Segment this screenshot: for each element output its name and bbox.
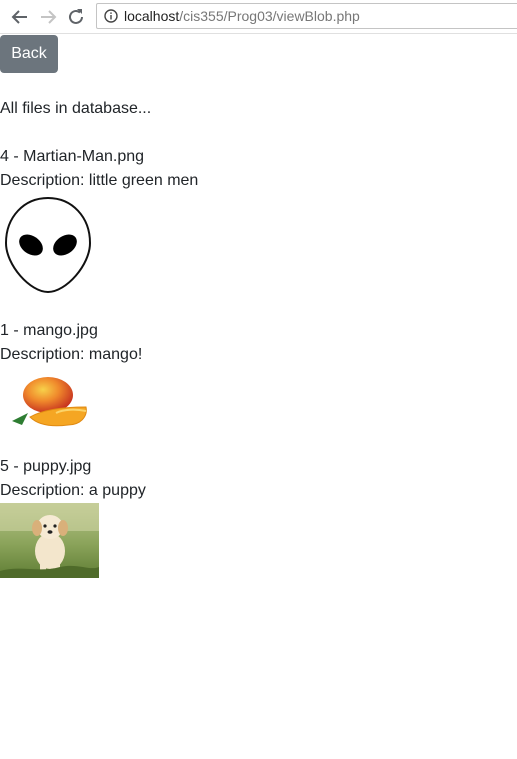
info-icon[interactable] [104,9,118,23]
browser-reload-button[interactable] [63,4,89,30]
file-description: Description: mango! [0,346,143,363]
url-path: /cis355/Prog03/viewBlob.php [179,8,360,24]
page-heading: All files in database... [0,100,152,117]
arrow-right-icon [41,10,57,24]
browser-forward-button[interactable] [35,4,61,30]
browser-toolbar: localhost/cis355/Prog03/viewBlob.php [0,0,517,34]
arrow-left-icon [11,10,27,24]
file-title: 4 - Martian-Man.png [0,148,145,165]
reload-icon [69,9,83,24]
file-image-alien [0,195,96,295]
file-title: 1 - mango.jpg [0,322,98,339]
file-image-mango [0,373,96,429]
file-entry: 4 - Martian-Man.png Description: little … [0,145,517,294]
browser-back-button[interactable] [7,4,33,30]
file-title: 5 - puppy.jpg [0,458,92,475]
address-bar[interactable]: localhost/cis355/Prog03/viewBlob.php [96,3,517,29]
back-button[interactable]: Back [0,35,58,73]
file-image-puppy [0,503,99,578]
url-host: localhost [124,8,180,24]
file-entry: 5 - puppy.jpg Description: a puppy [0,455,517,578]
file-entry: 1 - mango.jpg Description: mango! [0,319,517,427]
file-description: Description: little green men [0,172,199,189]
file-description: Description: a puppy [0,482,146,499]
